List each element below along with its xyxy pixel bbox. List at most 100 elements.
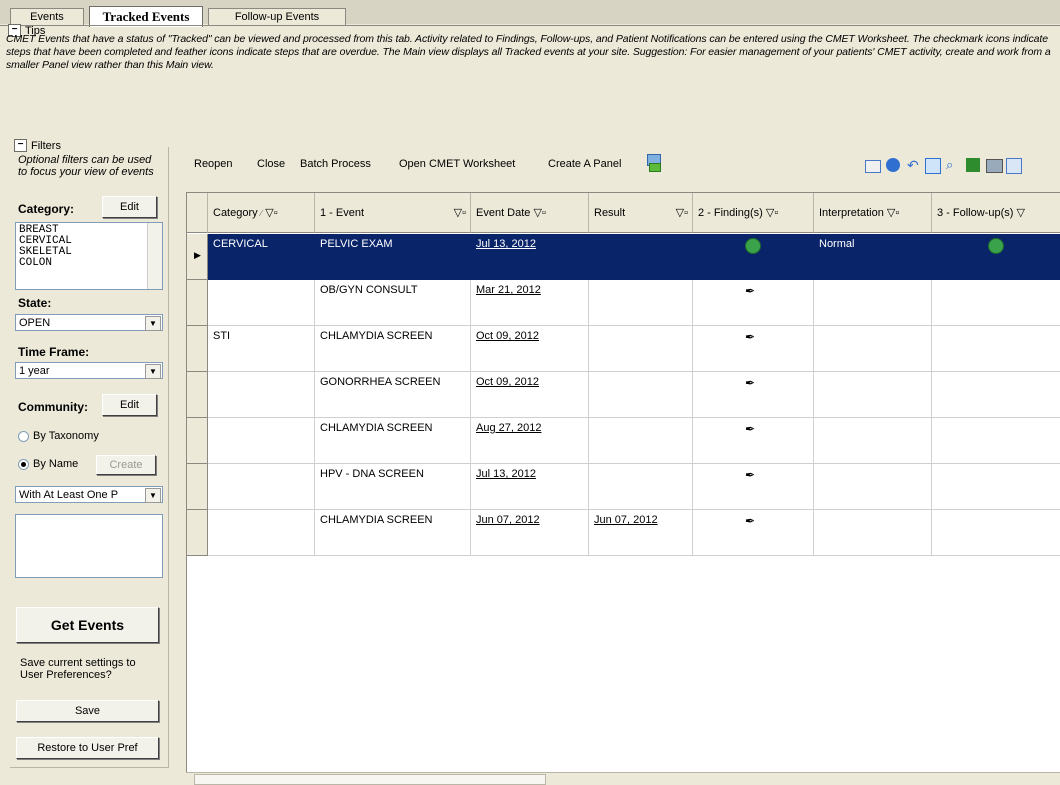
row-header[interactable] (187, 280, 208, 326)
category-edit-button[interactable]: Edit (102, 196, 157, 218)
copy-icon[interactable] (1006, 158, 1022, 174)
row-header[interactable] (187, 372, 208, 418)
tab-tracked-events[interactable]: Tracked Events (89, 6, 203, 27)
chevron-down-icon[interactable]: ▼ (145, 488, 161, 503)
cell-followups[interactable] (932, 464, 1060, 510)
radio-selected-icon[interactable] (18, 458, 29, 470)
table-row[interactable]: ▶ CERVICAL PELVIC EXAM Jul 13, 2012 Norm… (187, 234, 1060, 280)
cell-findings[interactable]: ✒ (693, 464, 814, 510)
column-header-event[interactable]: 1 - Event ▽▫ (315, 193, 471, 233)
batch-process-button[interactable]: Batch Process (300, 158, 371, 170)
cell-interpretation[interactable] (814, 280, 932, 326)
cell-category[interactable]: CERVICAL (208, 234, 315, 280)
row-header[interactable] (187, 326, 208, 372)
collapse-filters-icon[interactable]: − (14, 139, 27, 152)
table-row[interactable]: OB/GYN CONSULT Mar 21, 2012 ✒ (187, 280, 1060, 326)
state-select[interactable]: OPEN ▼ (15, 314, 163, 331)
cell-findings[interactable] (693, 234, 814, 280)
create-panel-button[interactable]: Create A Panel (548, 158, 621, 170)
cell-category[interactable] (208, 510, 315, 556)
chevron-down-icon[interactable]: ▼ (145, 316, 161, 331)
cell-category[interactable]: STI (208, 326, 315, 372)
events-grid[interactable]: Category ∕ ▽▫ 1 - Event ▽▫ Event Date ▽▫ … (186, 192, 1060, 774)
column-header-interpretation[interactable]: Interpretation ▽▫ (814, 193, 932, 233)
cell-result[interactable] (589, 234, 693, 280)
table-row[interactable]: HPV - DNA SCREEN Jul 13, 2012 ✒ (187, 464, 1060, 510)
list-item[interactable]: COLON (19, 258, 162, 269)
filter-icon[interactable]: ▽▫ (265, 207, 277, 219)
scroll-thumb[interactable] (194, 774, 546, 785)
column-header-findings[interactable]: 2 - Finding(s) ▽▫ (693, 193, 814, 233)
filter-icon[interactable]: ▽ (1016, 207, 1024, 219)
cell-event[interactable]: OB/GYN CONSULT (315, 280, 471, 326)
column-header-followups[interactable]: 3 - Follow-up(s) ▽ (932, 193, 1060, 233)
table-row[interactable]: GONORRHEA SCREEN Oct 09, 2012 ✒ (187, 372, 1060, 418)
cell-interpretation[interactable] (814, 372, 932, 418)
cell-findings[interactable]: ✒ (693, 326, 814, 372)
cell-interpretation[interactable] (814, 510, 932, 556)
open-worksheet-button[interactable]: Open CMET Worksheet (399, 158, 515, 170)
cell-findings[interactable]: ✒ (693, 510, 814, 556)
cell-followups[interactable] (932, 510, 1060, 556)
row-header[interactable]: ▶ (187, 234, 208, 280)
cell-followups[interactable] (932, 418, 1060, 464)
column-header-result[interactable]: Result ▽▫ (589, 193, 693, 233)
filter-icon[interactable]: ▽▫ (533, 207, 545, 219)
chevron-down-icon[interactable]: ▼ (145, 364, 161, 379)
undo-icon[interactable]: ↶ (907, 157, 919, 174)
radio-icon[interactable] (18, 430, 29, 442)
cell-event-date[interactable]: Jul 13, 2012 (471, 234, 589, 280)
save-button[interactable]: Save (16, 700, 159, 722)
table-row[interactable]: CHLAMYDIA SCREEN Aug 27, 2012 ✒ (187, 418, 1060, 464)
with-select[interactable]: With At Least One P ▼ (15, 486, 163, 503)
close-button[interactable]: Close (257, 158, 285, 170)
cell-event-date[interactable]: Aug 27, 2012 (471, 418, 589, 464)
filter-icon[interactable]: ▽▫ (676, 193, 688, 233)
cell-event[interactable]: CHLAMYDIA SCREEN (315, 418, 471, 464)
cell-event[interactable]: CHLAMYDIA SCREEN (315, 326, 471, 372)
binoculars-icon[interactable]: ⌕ (946, 157, 953, 173)
panel-icon[interactable] (645, 153, 661, 172)
cell-event-date[interactable]: Oct 09, 2012 (471, 326, 589, 372)
refresh-icon[interactable] (925, 158, 941, 174)
scrollbar[interactable] (147, 223, 162, 289)
cell-category[interactable] (208, 464, 315, 510)
restore-button[interactable]: Restore to User Pref (16, 737, 159, 759)
row-header[interactable] (187, 464, 208, 510)
cell-interpretation[interactable] (814, 418, 932, 464)
cell-result[interactable] (589, 326, 693, 372)
table-row[interactable]: CHLAMYDIA SCREEN Jun 07, 2012 Jun 07, 20… (187, 510, 1060, 556)
cell-result[interactable] (589, 372, 693, 418)
filter-icon[interactable]: ▽▫ (887, 207, 899, 219)
cell-interpretation[interactable] (814, 464, 932, 510)
sort-icon[interactable]: ∕ (261, 208, 263, 218)
cell-event[interactable]: CHLAMYDIA SCREEN (315, 510, 471, 556)
cell-event[interactable]: PELVIC EXAM (315, 234, 471, 280)
category-list[interactable]: BREAST CERVICAL SKELETAL COLON (15, 222, 163, 290)
community-list[interactable] (15, 514, 163, 578)
cell-findings[interactable]: ✒ (693, 418, 814, 464)
printer-icon[interactable] (986, 159, 1003, 173)
cell-result[interactable] (589, 280, 693, 326)
horizontal-scrollbar[interactable] (186, 772, 1060, 785)
row-header[interactable] (187, 510, 208, 556)
cell-followups[interactable] (932, 280, 1060, 326)
cell-category[interactable] (208, 280, 315, 326)
cell-result[interactable] (589, 418, 693, 464)
help-icon[interactable] (886, 158, 900, 172)
cell-result[interactable]: Jun 07, 2012 (589, 510, 693, 556)
cell-findings[interactable]: ✒ (693, 280, 814, 326)
timeframe-select[interactable]: 1 year ▼ (15, 362, 163, 379)
cell-event[interactable]: HPV - DNA SCREEN (315, 464, 471, 510)
cell-followups[interactable] (932, 326, 1060, 372)
filter-icon[interactable]: ▽▫ (454, 193, 466, 233)
cell-findings[interactable]: ✒ (693, 372, 814, 418)
cell-category[interactable] (208, 372, 315, 418)
row-header[interactable] (187, 418, 208, 464)
get-events-button[interactable]: Get Events (16, 607, 159, 643)
community-edit-button[interactable]: Edit (102, 394, 157, 416)
cell-event-date[interactable]: Mar 21, 2012 (471, 280, 589, 326)
cell-interpretation[interactable] (814, 326, 932, 372)
filter-icon[interactable]: ▽▫ (766, 207, 778, 219)
cell-event-date[interactable]: Oct 09, 2012 (471, 372, 589, 418)
